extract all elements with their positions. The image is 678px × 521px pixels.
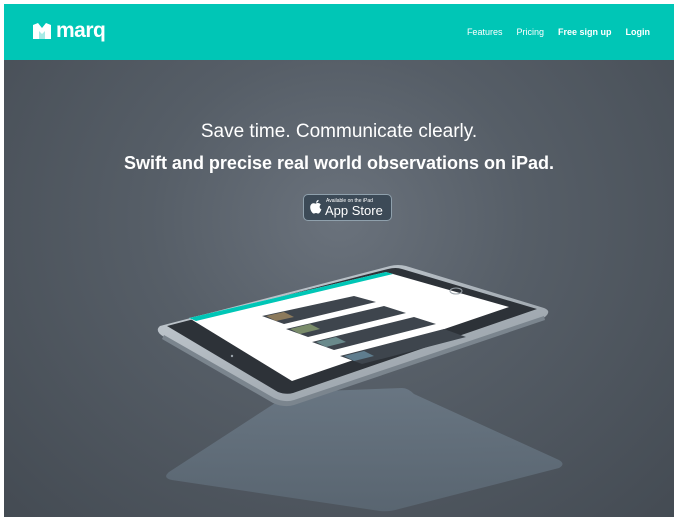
- landing-page: marq Features Pricing Free sign up Login…: [4, 4, 674, 517]
- hero-headline: Save time. Communicate clearly.: [200, 121, 478, 142]
- app-store-big-text: App Store: [325, 203, 383, 218]
- top-navbar: marq Features Pricing Free sign up Login: [4, 4, 674, 60]
- brand-logo[interactable]: marq: [32, 19, 106, 43]
- nav-link-login[interactable]: Login: [626, 27, 651, 37]
- ipad-mockup: [157, 265, 563, 512]
- marq-logo-icon: [33, 23, 51, 39]
- device-reflection: [166, 388, 563, 512]
- nav-link-pricing[interactable]: Pricing: [516, 27, 544, 37]
- camera-dot: [230, 354, 234, 358]
- app-store-badge[interactable]: Available on the iPad App Store: [303, 194, 392, 221]
- nav-link-free-signup[interactable]: Free sign up: [558, 27, 612, 37]
- brand-name: marq: [56, 19, 106, 42]
- hero-subheadline: Swift and precise real world observation…: [123, 153, 555, 173]
- nav-link-features[interactable]: Features: [467, 27, 503, 37]
- nav-links: Features Pricing Free sign up Login: [467, 4, 650, 60]
- apple-icon: [310, 199, 322, 214]
